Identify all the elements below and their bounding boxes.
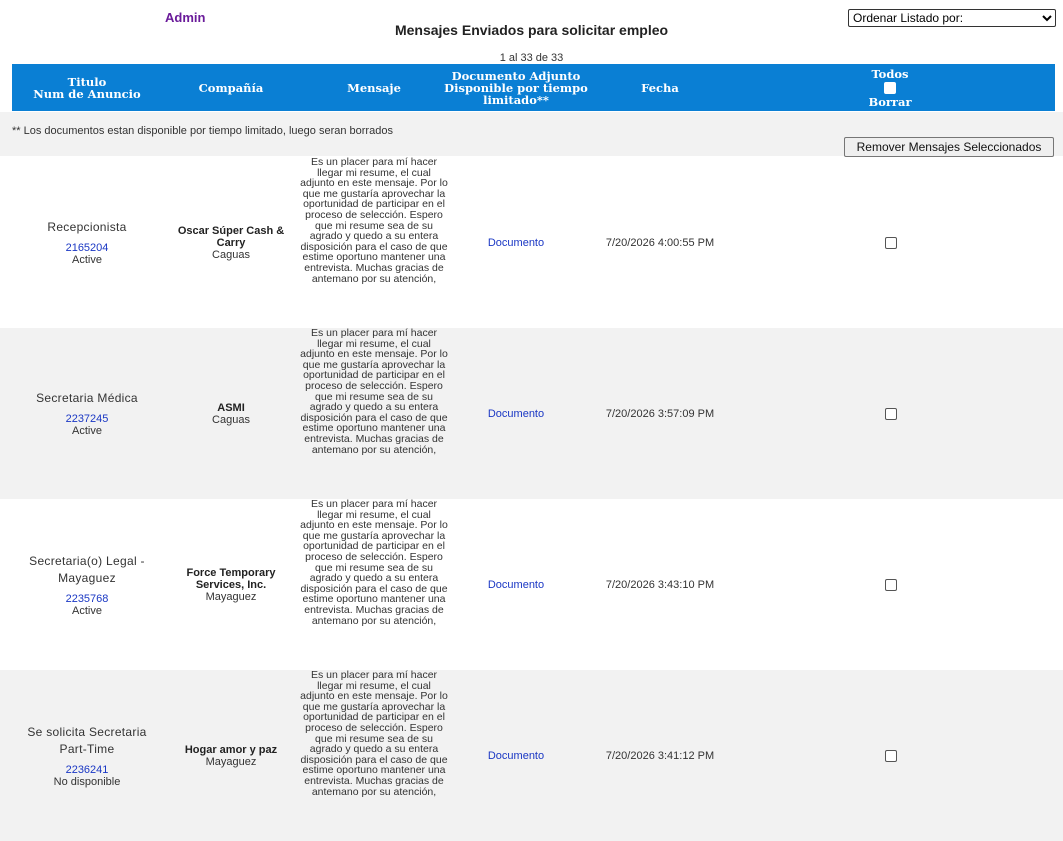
table-row: Recepcionista 2165204 Active Oscar Súper… <box>0 157 1063 328</box>
job-status: Active <box>72 254 102 266</box>
document-cell: Documento <box>476 328 556 499</box>
message-text: Es un placer para mí hacer llegar mi res… <box>300 327 448 456</box>
column-header-title-label: Titulo <box>67 74 107 89</box>
job-status: Active <box>72 425 102 437</box>
column-header-document-limited: limitado** <box>483 92 549 107</box>
column-header-date-label: Fecha <box>641 80 679 95</box>
document-cell: Documento <box>476 670 556 841</box>
documents-notice: ** Los documentos estan disponible por t… <box>12 125 393 137</box>
column-header-date: Fecha <box>585 64 735 111</box>
document-link[interactable]: Documento <box>488 237 544 249</box>
job-cell: Recepcionista 2165204 Active <box>12 157 162 328</box>
delete-column-label: Borrar <box>868 94 912 109</box>
company-cell: Oscar Súper Cash & Carry Caguas <box>163 157 299 328</box>
document-cell: Documento <box>476 499 556 670</box>
sent-date: 7/20/2026 4:00:55 PM <box>605 236 715 249</box>
select-cell <box>881 157 901 328</box>
select-cell <box>881 328 901 499</box>
company-cell: Hogar amor y paz Mayaguez <box>163 670 299 841</box>
date-cell: 7/20/2026 3:57:09 PM <box>585 328 735 499</box>
row-select-checkbox[interactable] <box>885 749 897 762</box>
column-header-company: Compañía <box>163 64 299 111</box>
select-all-checkbox[interactable] <box>884 81 896 94</box>
message-text: Es un placer para mí hacer llegar mi res… <box>300 498 448 627</box>
job-title: Se solicita Secretaria Part-Time <box>27 724 147 756</box>
table-row: Secretaria Médica 2237245 Active ASMI Ca… <box>0 328 1063 499</box>
column-header-document-availability: Disponible por tiempo <box>444 80 588 95</box>
row-select-checkbox[interactable] <box>885 407 897 420</box>
job-id-link[interactable]: 2235768 <box>66 593 109 605</box>
company-name: ASMI <box>217 401 245 414</box>
column-header-message-label: Mensaje <box>347 80 401 95</box>
select-all-label: Todos <box>871 66 909 81</box>
column-header-company-label: Compañía <box>198 80 264 95</box>
column-header-document: Documento Adjunto Disponible por tiempo … <box>442 64 590 111</box>
column-header-document-label: Documento Adjunto <box>451 68 581 83</box>
document-link[interactable]: Documento <box>488 750 544 762</box>
sent-date: 7/20/2026 3:57:09 PM <box>605 407 715 420</box>
sort-select[interactable]: Ordenar Listado por: <box>848 9 1056 27</box>
company-name: Oscar Súper Cash & Carry <box>177 224 285 249</box>
sent-date: 7/20/2026 3:43:10 PM <box>605 578 715 591</box>
job-title: Secretaria(o) Legal - Mayaguez <box>29 553 145 585</box>
job-id-link[interactable]: 2236241 <box>66 764 109 776</box>
company-cell: Force Temporary Services, Inc. Mayaguez <box>163 499 299 670</box>
date-cell: 7/20/2026 4:00:55 PM <box>585 157 735 328</box>
job-title: Secretaria Médica <box>36 391 138 405</box>
document-link[interactable]: Documento <box>488 408 544 420</box>
company-city: Mayaguez <box>205 590 257 603</box>
company-name: Force Temporary Services, Inc. <box>186 566 276 591</box>
job-cell: Secretaria Médica 2237245 Active <box>12 328 162 499</box>
job-id-link[interactable]: 2237245 <box>66 413 109 425</box>
job-id-link[interactable]: 2165204 <box>66 242 109 254</box>
select-cell <box>881 670 901 841</box>
job-cell: Secretaria(o) Legal - Mayaguez 2235768 A… <box>12 499 162 670</box>
column-header-ad-number-label: Num de Anuncio <box>33 86 141 101</box>
message-cell: Es un placer para mí hacer llegar mi res… <box>298 499 450 670</box>
company-city: Mayaguez <box>205 755 257 768</box>
column-header-message: Mensaje <box>298 64 450 111</box>
row-select-checkbox[interactable] <box>885 236 897 249</box>
row-select-checkbox[interactable] <box>885 578 897 591</box>
message-cell: Es un placer para mí hacer llegar mi res… <box>298 157 450 328</box>
date-cell: 7/20/2026 3:41:12 PM <box>585 670 735 841</box>
date-cell: 7/20/2026 3:43:10 PM <box>585 499 735 670</box>
company-city: Caguas <box>212 413 250 426</box>
company-city: Caguas <box>212 248 250 261</box>
message-text: Es un placer para mí hacer llegar mi res… <box>300 156 448 285</box>
table-row: Secretaria(o) Legal - Mayaguez 2235768 A… <box>0 499 1063 670</box>
document-cell: Documento <box>476 157 556 328</box>
column-header-select-all: Todos Borrar <box>850 64 930 111</box>
message-cell: Es un placer para mí hacer llegar mi res… <box>298 670 450 841</box>
company-cell: ASMI Caguas <box>163 328 299 499</box>
column-header-title: Titulo Num de Anuncio <box>12 64 162 111</box>
job-cell: Se solicita Secretaria Part-Time 2236241… <box>12 670 162 841</box>
job-title: Recepcionista <box>47 220 127 234</box>
table-header: Titulo Num de Anuncio Compañía Mensaje D… <box>12 64 1055 111</box>
document-link[interactable]: Documento <box>488 579 544 591</box>
select-cell <box>881 499 901 670</box>
company-name: Hogar amor y paz <box>184 743 278 756</box>
message-cell: Es un placer para mí hacer llegar mi res… <box>298 328 450 499</box>
table-row: Se solicita Secretaria Part-Time 2236241… <box>0 670 1063 841</box>
remove-selected-button[interactable]: Remover Mensajes Seleccionados <box>844 137 1054 157</box>
sent-date: 7/20/2026 3:41:12 PM <box>605 749 715 762</box>
job-status: Active <box>72 604 102 617</box>
job-status: No disponible <box>53 775 121 788</box>
message-text: Es un placer para mí hacer llegar mi res… <box>300 669 448 798</box>
result-count: 1 al 33 de 33 <box>499 52 564 64</box>
